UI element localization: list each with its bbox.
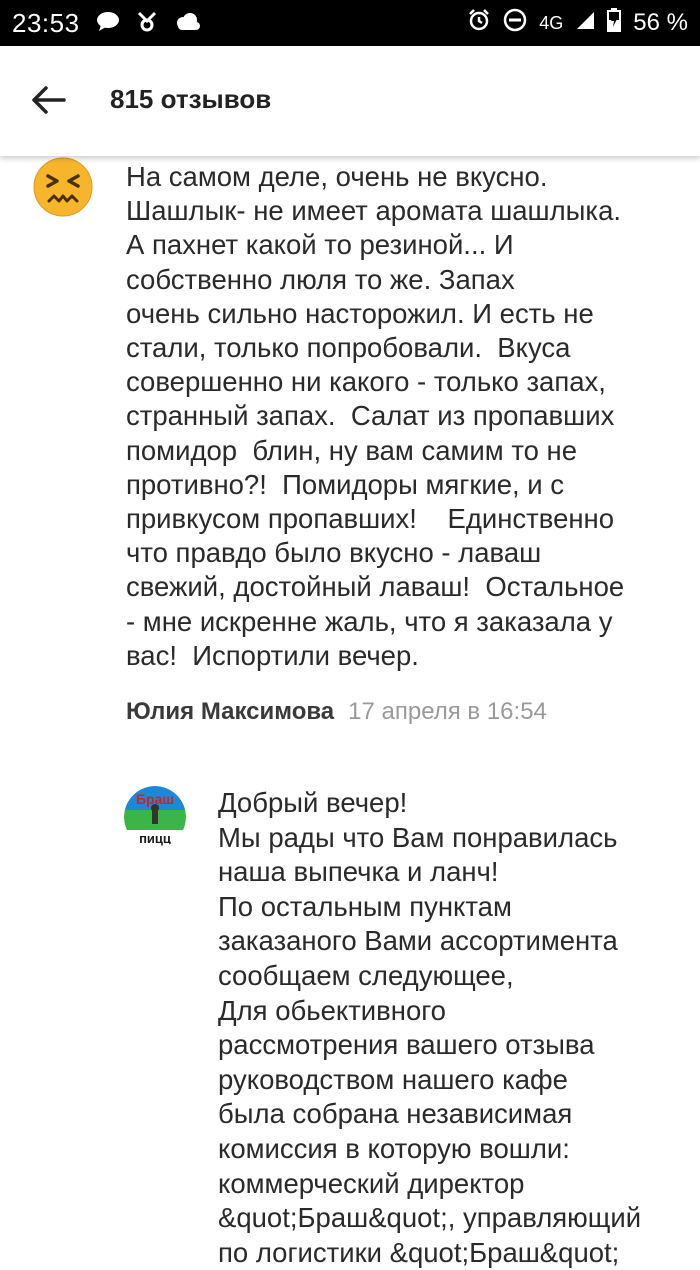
cafe-logo-avatar[interactable]: Браш пицц (124, 786, 186, 848)
page-title: 815 отзывов (110, 84, 272, 114)
cafe-logo-text-bottom: пицц (139, 831, 171, 846)
delivery-app-notification-icon (136, 10, 158, 36)
cafe-logo-text-top: Браш (136, 791, 174, 807)
status-bar: 23:53 4G 56 % (0, 0, 700, 46)
back-button[interactable] (22, 76, 74, 128)
status-time: 23:53 (12, 7, 80, 38)
app-bar: 815 отзывов (0, 46, 700, 156)
review-meta: Юлия Максимова 17 апреля в 16:54 (126, 698, 686, 726)
cloud-notification-icon (174, 12, 202, 34)
do-not-disturb-icon (503, 8, 527, 38)
owner-response-text: Добрый вечер! Мы рады что Вам понравилас… (218, 787, 642, 1268)
battery-percent: 56 % (633, 9, 688, 36)
signal-icon (575, 10, 595, 36)
arrow-left-icon (30, 85, 66, 120)
chat-notification-icon (96, 11, 120, 35)
review-text: На самом деле, очень не вкусно. Шашлык- … (126, 161, 625, 671)
confounded-face-icon (32, 156, 94, 218)
review-date: 17 апреля в 16:54 (348, 698, 547, 725)
review-author[interactable]: Юлия Максимова (126, 698, 334, 725)
network-type: 4G (539, 12, 564, 33)
battery-icon (607, 8, 622, 38)
alarm-icon (467, 8, 491, 38)
